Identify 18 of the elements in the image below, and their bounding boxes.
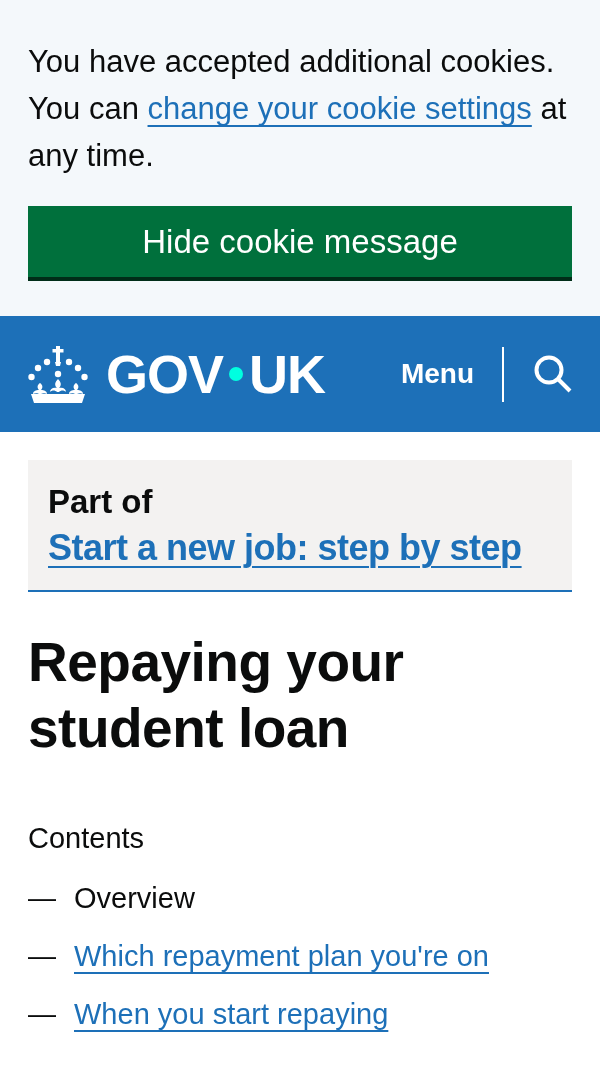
contents-heading: Contents: [28, 821, 146, 856]
crown-icon[interactable]: [28, 345, 88, 403]
list-dash: —: [28, 881, 56, 915]
cookie-settings-link[interactable]: change your cookie settings: [147, 91, 532, 126]
hide-cookie-message-button[interactable]: Hide cookie message: [28, 206, 572, 281]
contents-item-current: Overview: [74, 881, 195, 916]
wordmark-text[interactable]: GOV: [106, 344, 224, 404]
page-title: Repaying your student loan: [28, 630, 405, 761]
step-by-step-link[interactable]: Start a new job: step by step: [48, 524, 522, 572]
search-icon[interactable]: [534, 355, 572, 393]
list-dash: —: [28, 997, 56, 1031]
menu-button[interactable]: Menu: [400, 356, 502, 392]
list-dash: —: [28, 939, 56, 973]
wordmark-text[interactable]: UK: [249, 344, 326, 404]
cookie-message: You have accepted additional cookies. You can change your cookie settings at any time.: [28, 43, 568, 175]
part-of-label: Part of: [48, 482, 154, 522]
contents-link[interactable]: When you start repaying: [74, 994, 389, 1034]
contents-link[interactable]: Which repayment plan you're on: [74, 936, 489, 976]
